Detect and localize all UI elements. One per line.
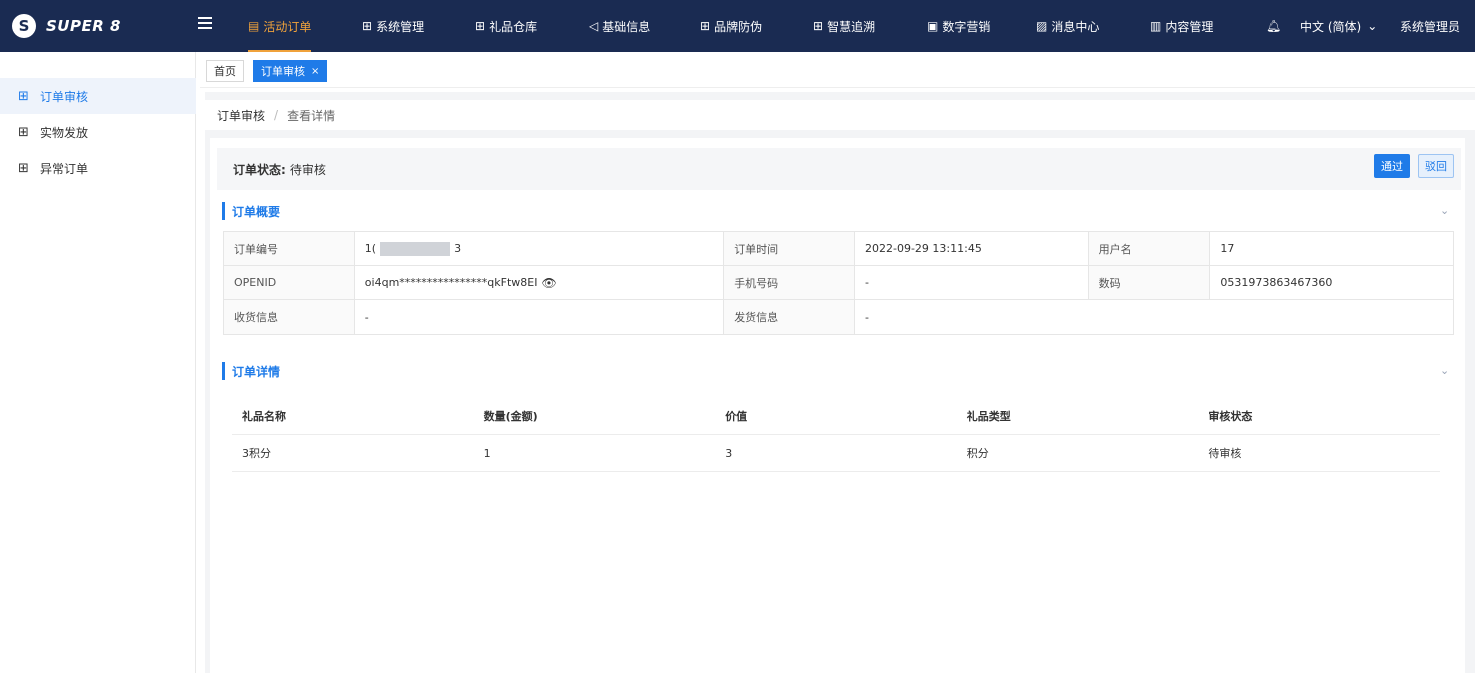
nav-item-smart-trace[interactable]: ⊞ 智慧追溯	[813, 0, 875, 52]
sidebar: ⊞ 订单审核 ⊞ 实物发放 ⊞ 异常订单	[0, 52, 196, 673]
nav-item-content-manage[interactable]: ▥ 内容管理	[1150, 0, 1213, 52]
user-menu[interactable]: 系统管理员	[1400, 0, 1460, 52]
table-row: 3积分 1 3 积分 待审核	[232, 435, 1440, 472]
column-header: 礼品类型	[966, 410, 1011, 423]
language-select[interactable]: 中文 (简体) ⌄	[1300, 0, 1377, 52]
nav-item-gift-warehouse[interactable]: ⊞ 礼品仓库	[475, 0, 537, 52]
chevron-down-icon: ⌄	[1367, 19, 1378, 33]
redacted-block	[380, 241, 451, 256]
grid-icon: ⊞	[362, 19, 373, 33]
column-header: 审核状态	[1208, 410, 1253, 423]
grid-icon: ⊞	[18, 160, 29, 176]
chevron-down-icon[interactable]: ⌄	[1440, 364, 1449, 377]
breadcrumb-parent[interactable]: 订单审核	[217, 107, 265, 124]
approve-button[interactable]: 通过	[1374, 154, 1410, 178]
nav-item-brand-anti-fake[interactable]: ⊞ 品牌防伪	[700, 0, 762, 52]
breadcrumb-sep: /	[274, 108, 279, 122]
top-navbar: S SUPER 8 ▤ 活动订单 ⊞ 系统管理 ⊞ 礼品仓库 ◁ 基础信息 ⊞ 品牌防伪 …	[0, 0, 1475, 52]
username-value: 17	[1220, 242, 1235, 255]
bell-icon[interactable]: 🔔︎	[1266, 0, 1281, 52]
image-icon: ▨	[1036, 19, 1048, 33]
sidebar-item-physical-delivery[interactable]: ⊞ 实物发放	[0, 114, 196, 150]
info-row: OPENID oi4qm****************qkFtw8EI 👁︎ 手…	[224, 266, 1453, 300]
tab-home[interactable]: 首页	[206, 60, 244, 82]
tab-order-review[interactable]: 订单审核 ×	[253, 60, 328, 82]
username-key: 用户名	[1088, 232, 1211, 265]
speaker-icon: ◁	[589, 19, 599, 33]
column-header: 价值	[725, 410, 748, 423]
brand-logo-icon: S	[12, 14, 36, 38]
menu-toggle-icon[interactable]	[198, 17, 212, 31]
code-key: 数码	[1088, 266, 1211, 299]
nav-item-activity-orders[interactable]: ▤ 活动订单	[248, 0, 312, 52]
nav-item-system[interactable]: ⊞ 系统管理	[362, 0, 424, 52]
ship-key: 发货信息	[724, 300, 855, 334]
order-time-value: 2022-09-29 13:11:45	[855, 232, 1089, 265]
eye-icon[interactable]: 👁︎	[541, 276, 556, 290]
table-cell: 1	[483, 446, 491, 460]
table-cell: 3积分	[242, 447, 271, 460]
order-no-key: 订单编号	[224, 232, 355, 265]
details-table: 礼品名称 数量(金额) 价值 礼品类型 审核状态 3积分 1 3 积分 待审核	[232, 398, 1440, 472]
sidebar-item-abnormal-orders[interactable]: ⊞ 异常订单	[0, 150, 196, 186]
phone-value: -	[855, 266, 1089, 299]
grid-icon: ⊞	[475, 19, 486, 33]
grid-icon: ⊞	[700, 19, 711, 33]
breadcrumb: 订单审核 / 查看详情	[205, 100, 1475, 130]
nav-item-message-center[interactable]: ▨ 消息中心	[1036, 0, 1099, 52]
book-icon: ▥	[1150, 19, 1162, 33]
info-row: 订单编号 1(3 订单时间 2022-09-29 13:11:45 用户名 17	[224, 232, 1453, 266]
overview-table: 订单编号 1(3 订单时间 2022-09-29 13:11:45 用户名 17…	[223, 231, 1454, 335]
receive-key: 收货信息	[224, 300, 355, 334]
ship-value: -	[864, 310, 869, 324]
close-icon[interactable]: ×	[311, 66, 319, 77]
info-row: 收货信息 - 发货信息 -	[224, 300, 1453, 334]
nav-item-digital-marketing[interactable]: ▣ 数字营销	[927, 0, 990, 52]
grid-icon: ⊞	[18, 88, 29, 104]
table-cell: 3	[725, 446, 733, 460]
grid-icon: ⊞	[813, 19, 824, 33]
chevron-down-icon[interactable]: ⌄	[1440, 204, 1449, 217]
nav-item-basic-info[interactable]: ◁ 基础信息	[589, 0, 650, 52]
order-no-value: 1(3	[355, 232, 725, 265]
overview-title: 订单概要	[222, 202, 280, 220]
breadcrumb-current: 查看详情	[287, 108, 336, 123]
grid-icon: ⊞	[18, 124, 29, 140]
openid-key: OPENID	[224, 266, 355, 299]
column-header: 礼品名称	[242, 410, 286, 423]
openid-value: oi4qm****************qkFtw8EI 👁︎	[355, 266, 725, 299]
table-cell: 待审核	[1208, 447, 1242, 460]
table-header: 礼品名称 数量(金额) 价值 礼品类型 审核状态	[232, 398, 1440, 435]
receive-value: -	[355, 300, 725, 334]
order-time-key: 订单时间	[724, 232, 855, 265]
doc-icon: ▣	[927, 19, 939, 33]
brand-name: SUPER 8	[46, 17, 121, 35]
order-status-value: 待审核	[289, 162, 326, 177]
reject-button[interactable]: 驳回	[1418, 154, 1454, 178]
column-header: 数量(金额)	[483, 410, 538, 423]
details-title: 订单详情	[222, 362, 280, 380]
phone-key: 手机号码	[724, 266, 855, 299]
sidebar-item-order-review[interactable]: ⊞ 订单审核	[0, 78, 196, 114]
code-value: 0531973863467360	[1220, 276, 1333, 289]
order-status-bar: 订单状态: 待审核	[217, 148, 1461, 190]
tabs-bar: 首页 订单审核 ×	[200, 56, 1475, 88]
table-cell: 积分	[966, 447, 989, 460]
order-status-label: 订单状态:	[233, 162, 286, 177]
brand[interactable]: S SUPER 8	[12, 0, 121, 52]
order-icon: ▤	[248, 19, 260, 33]
